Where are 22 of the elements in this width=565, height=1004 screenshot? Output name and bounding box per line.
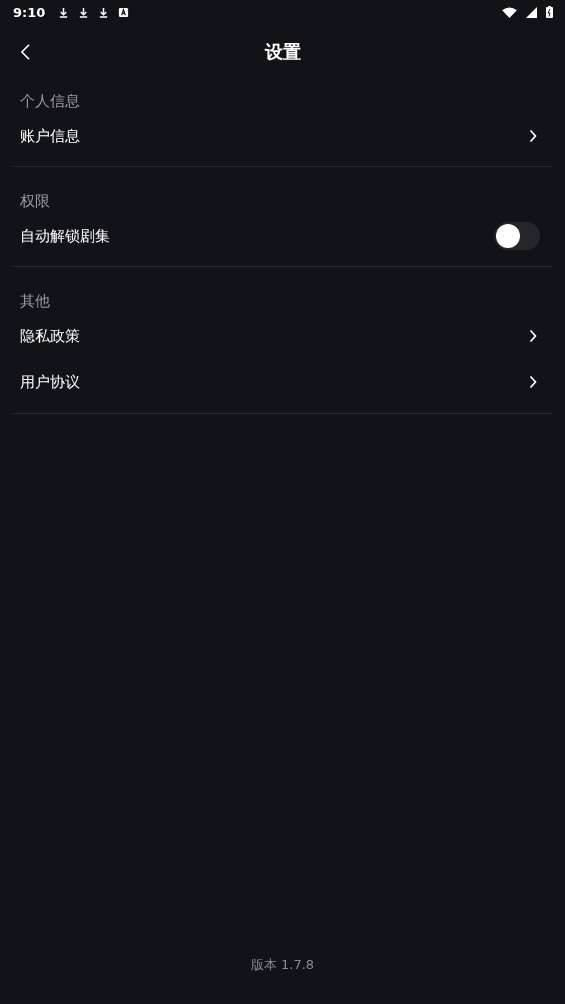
download-icon — [58, 6, 70, 18]
toggle-switch[interactable] — [494, 222, 540, 250]
setting-label: 账户信息 — [20, 126, 80, 146]
section-title: 权限 — [20, 191, 50, 211]
download-icon — [78, 6, 90, 18]
setting-label: 隐私政策 — [20, 326, 80, 346]
app-notification-icon — [118, 6, 130, 18]
chevron-right-icon[interactable] — [529, 129, 537, 143]
download-icon — [98, 6, 110, 18]
section-title: 其他 — [20, 291, 50, 311]
chevron-right-icon[interactable] — [529, 329, 537, 343]
version-text: 版本 1.7.8 — [250, 956, 315, 974]
section-title: 个人信息 — [20, 91, 80, 111]
signal-icon — [526, 6, 537, 18]
back-icon[interactable] — [20, 43, 31, 61]
chevron-right-icon[interactable] — [529, 375, 537, 389]
wifi-icon — [502, 6, 517, 18]
battery-icon — [546, 6, 553, 18]
page-title: 设置 — [264, 40, 301, 64]
status-time: 9:10 — [13, 4, 46, 20]
setting-label: 自动解锁剧集 — [20, 226, 110, 246]
setting-label: 用户协议 — [20, 372, 80, 392]
